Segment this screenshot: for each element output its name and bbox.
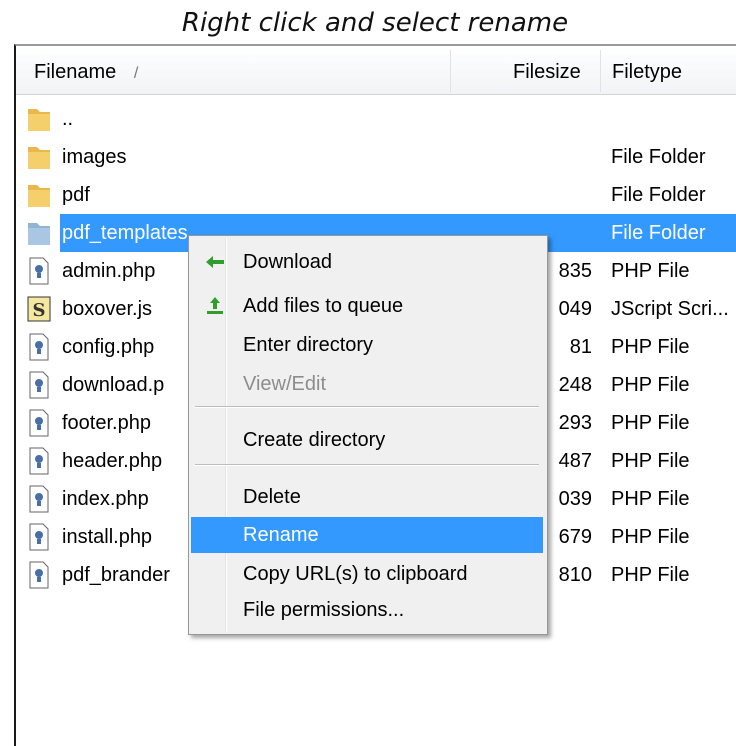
- file-type: File Folder: [611, 146, 706, 168]
- file-size: 835: [558, 260, 592, 282]
- folder-icon: [28, 109, 50, 131]
- file-size: 679: [558, 526, 592, 548]
- file-name: config.php: [62, 336, 155, 358]
- file-row[interactable]: pdf File Folder: [16, 176, 736, 214]
- menu-item-add-files-to-queue[interactable]: Add files to queue: [191, 288, 543, 324]
- column-divider[interactable]: [600, 50, 601, 92]
- file-row[interactable]: images File Folder: [16, 138, 736, 176]
- column-header: Filename / Filesize Filetype: [16, 46, 736, 95]
- file-name: pdf_brander: [62, 564, 170, 586]
- php-file-icon: [29, 523, 49, 551]
- file-name: pdf: [62, 184, 90, 206]
- column-filesize[interactable]: Filesize: [513, 46, 581, 94]
- file-name: footer.php: [62, 412, 151, 434]
- file-type: PHP File: [611, 450, 690, 472]
- php-file-icon: [29, 485, 49, 513]
- file-type: PHP File: [611, 526, 690, 548]
- menu-separator: [195, 464, 539, 466]
- file-name: header.php: [62, 450, 163, 472]
- file-type: PHP File: [611, 260, 690, 282]
- file-name: ..: [62, 108, 74, 130]
- file-size: 039: [558, 488, 592, 510]
- file-type: File Folder: [611, 184, 706, 206]
- context-menu: Download Add files to queue Enter direct…: [188, 235, 548, 635]
- file-type: JScript Scri...: [611, 298, 729, 320]
- file-size: 049: [558, 298, 592, 320]
- add-to-queue-icon: [207, 297, 223, 314]
- file-type: PHP File: [611, 412, 690, 434]
- menu-item-label: Delete: [243, 486, 301, 508]
- column-filename[interactable]: Filename /: [34, 46, 138, 94]
- column-filetype[interactable]: Filetype: [612, 46, 682, 94]
- file-name: download.p: [62, 374, 165, 396]
- menu-item-label: Download: [243, 251, 332, 273]
- menu-item-label: Rename: [243, 524, 319, 546]
- file-size: 293: [558, 412, 592, 434]
- svg-text:S: S: [33, 300, 46, 321]
- file-name: images: [62, 146, 127, 168]
- menu-item-file-permissions[interactable]: File permissions...: [191, 592, 543, 628]
- column-divider[interactable]: [450, 50, 451, 92]
- menu-item-view-edit: View/Edit: [191, 366, 543, 402]
- file-name: pdf_templates: [62, 222, 188, 244]
- sort-indicator-icon: /: [133, 65, 139, 82]
- menu-separator: [195, 406, 539, 408]
- menu-item-rename[interactable]: Rename: [191, 517, 543, 553]
- php-file-icon: [29, 447, 49, 475]
- menu-item-label: View/Edit: [243, 373, 327, 395]
- php-file-icon: [29, 333, 49, 361]
- menu-item-enter-directory[interactable]: Enter directory: [191, 327, 543, 363]
- menu-item-label: Copy URL(s) to clipboard: [243, 563, 468, 585]
- file-type: File Folder: [611, 222, 706, 244]
- file-name: install.php: [62, 526, 153, 548]
- file-type: PHP File: [611, 564, 690, 586]
- menu-item-delete[interactable]: Delete: [191, 479, 543, 515]
- file-row[interactable]: ..: [16, 100, 736, 138]
- file-name: index.php: [62, 488, 149, 510]
- folder-icon: [28, 185, 50, 207]
- caption: Right click and select rename: [181, 8, 569, 38]
- download-arrow-icon: [206, 256, 224, 268]
- file-type: PHP File: [611, 488, 690, 510]
- menu-item-label: File permissions...: [243, 599, 405, 621]
- column-filename-label: Filename: [34, 61, 117, 83]
- file-name: admin.php: [62, 260, 156, 282]
- file-size: 810: [558, 564, 592, 586]
- menu-item-create-directory[interactable]: Create directory: [191, 422, 543, 458]
- menu-item-copy-url[interactable]: Copy URL(s) to clipboard: [191, 556, 543, 592]
- menu-item-label: Enter directory: [243, 334, 374, 356]
- menu-item-download[interactable]: Download: [191, 244, 543, 280]
- file-type: PHP File: [611, 374, 690, 396]
- file-type: PHP File: [611, 336, 690, 358]
- php-file-icon: [29, 409, 49, 437]
- file-size: 248: [558, 374, 592, 396]
- menu-item-label: Create directory: [243, 429, 386, 451]
- file-size: 81: [569, 336, 592, 358]
- menu-item-label: Add files to queue: [243, 295, 404, 317]
- php-file-icon: [29, 257, 49, 285]
- folder-icon: [28, 147, 50, 169]
- php-file-icon: [29, 561, 49, 589]
- php-file-icon: [29, 371, 49, 399]
- jscript-file-icon: S: [27, 296, 51, 322]
- file-name: boxover.js: [62, 298, 153, 320]
- file-size: 487: [558, 450, 592, 472]
- folder-icon: [28, 223, 50, 245]
